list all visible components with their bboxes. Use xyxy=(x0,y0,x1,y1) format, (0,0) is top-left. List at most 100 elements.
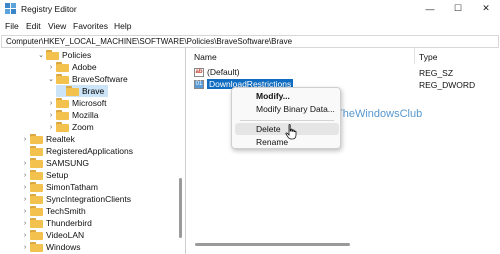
tree-item-policies[interactable]: ⌄ Policies xyxy=(36,49,91,61)
menu-file[interactable]: File xyxy=(5,21,19,31)
chevron-right-icon[interactable]: › xyxy=(46,100,56,107)
tree-item-mozilla[interactable]: › Mozilla xyxy=(46,109,98,121)
chevron-down-icon[interactable]: ⌄ xyxy=(36,51,46,59)
folder-icon xyxy=(56,122,69,132)
chevron-right-icon[interactable]: › xyxy=(20,220,30,227)
tree-item-label: Setup xyxy=(46,170,69,180)
folder-icon xyxy=(30,194,43,204)
tree-item-techSmith[interactable]: › TechSmith xyxy=(20,205,86,217)
menu-favorites[interactable]: Favorites xyxy=(73,21,108,31)
tree-item-label: SyncIntegrationClients xyxy=(46,194,132,204)
tree-item-label: VideoLAN xyxy=(46,230,85,240)
folder-icon xyxy=(30,182,43,192)
tree-item-realtek[interactable]: › Realtek xyxy=(20,133,75,145)
tree-item-zoom[interactable]: › Zoom xyxy=(46,121,94,133)
folder-open-icon xyxy=(66,86,79,96)
folder-icon xyxy=(30,158,43,168)
chevron-right-icon[interactable]: › xyxy=(20,208,30,215)
column-header-type[interactable]: Type xyxy=(419,52,437,62)
folder-icon xyxy=(30,242,43,252)
tree-item-adobe[interactable]: › Adobe xyxy=(46,61,97,73)
chevron-right-icon[interactable]: › xyxy=(20,196,30,203)
title-bar: Registry Editor — ☐ ✕ xyxy=(0,0,500,17)
folder-icon xyxy=(30,134,43,144)
chevron-right-icon[interactable]: › xyxy=(20,172,30,179)
address-path: Computer\HKEY_LOCAL_MACHINE\SOFTWARE\Pol… xyxy=(6,37,293,46)
tree-item-label: Policies xyxy=(62,50,92,60)
window-title: Registry Editor xyxy=(21,4,77,14)
tree-item-syncIntegrationClients[interactable]: › SyncIntegrationClients xyxy=(20,193,131,205)
tree-item-label: TechSmith xyxy=(46,206,86,216)
tree-item-label: Thunderbird xyxy=(46,218,92,228)
chevron-down-icon[interactable]: ⌄ xyxy=(46,75,56,83)
column-header-name[interactable]: Name xyxy=(194,52,217,62)
tree-item-setup[interactable]: › Setup xyxy=(20,169,68,181)
chevron-right-icon[interactable]: › xyxy=(20,160,30,167)
value-type: REG_DWORD xyxy=(419,80,476,90)
tree-item-windows[interactable]: › Windows xyxy=(20,241,80,253)
minimize-button[interactable]: — xyxy=(416,0,444,17)
chevron-right-icon[interactable]: › xyxy=(20,244,30,251)
menu-help[interactable]: Help xyxy=(114,21,131,31)
menu-item-modify[interactable]: Modify... xyxy=(235,90,339,102)
value-type: REG_SZ xyxy=(419,68,454,78)
chevron-right-icon[interactable]: › xyxy=(46,124,56,131)
chevron-right-icon[interactable]: › xyxy=(46,112,56,119)
folder-icon xyxy=(56,74,69,84)
column-separator[interactable] xyxy=(414,48,415,64)
tree-item-label: RegisteredApplications xyxy=(46,146,133,156)
tree-item-braveSoftware[interactable]: ⌄ BraveSoftware xyxy=(46,73,128,85)
value-row[interactable]: ab (Default) xyxy=(194,66,240,78)
scrollbar-thumb[interactable] xyxy=(179,178,182,238)
tree-item-label: Microsoft xyxy=(72,98,107,108)
hand-cursor-icon xyxy=(285,124,297,140)
tree-item-label: Brave xyxy=(82,86,105,96)
string-value-icon: ab xyxy=(194,67,204,77)
folder-icon xyxy=(30,146,43,156)
maximize-button[interactable]: ☐ xyxy=(444,0,472,17)
folder-icon xyxy=(30,170,43,180)
tree-item-label: Windows xyxy=(46,242,81,252)
tree-vertical-scrollbar[interactable] xyxy=(177,48,185,254)
tree-item-samsung[interactable]: › SAMSUNG xyxy=(20,157,89,169)
folder-icon xyxy=(56,110,69,120)
tree-item-label: SimonTatham xyxy=(46,182,98,192)
folder-icon xyxy=(30,230,43,240)
list-horizontal-scrollbar[interactable] xyxy=(192,241,498,248)
registry-editor-icon xyxy=(5,3,16,14)
menu-edit[interactable]: Edit xyxy=(26,21,41,31)
tree-item-thunderbird[interactable]: › Thunderbird xyxy=(20,217,92,229)
address-bar[interactable]: Computer\HKEY_LOCAL_MACHINE\SOFTWARE\Pol… xyxy=(1,35,499,48)
folder-icon xyxy=(56,98,69,108)
menu-item-modify-binary-data[interactable]: Modify Binary Data... xyxy=(235,103,339,115)
values-list-pane[interactable]: Name Type ab (Default) REG_SZ 01 Downloa… xyxy=(190,48,500,254)
scrollbar-thumb[interactable] xyxy=(195,243,350,246)
tree-item-label: SAMSUNG xyxy=(46,158,89,168)
folder-icon xyxy=(56,62,69,72)
chevron-right-icon[interactable]: › xyxy=(20,232,30,239)
key-tree-pane[interactable]: ⌄ Policies › Adobe ⌄ BraveSoftware Brave… xyxy=(0,48,186,254)
tree-item-label: Zoom xyxy=(72,122,94,132)
tree-item-registeredApplications[interactable]: RegisteredApplications xyxy=(20,145,133,157)
tree-item-label: Realtek xyxy=(46,134,75,144)
tree-item-microsoft[interactable]: › Microsoft xyxy=(46,97,106,109)
chevron-right-icon[interactable]: › xyxy=(46,64,56,71)
watermark-text: TheWindowsClub xyxy=(336,108,423,120)
folder-icon xyxy=(46,50,59,60)
value-name: (Default) xyxy=(207,67,240,77)
menu-view[interactable]: View xyxy=(48,21,66,31)
menu-separator xyxy=(240,120,334,121)
tree-item-simonTatham[interactable]: › SimonTatham xyxy=(20,181,98,193)
folder-icon xyxy=(30,206,43,216)
menu-bar: File Edit View Favorites Help xyxy=(0,19,500,33)
chevron-right-icon[interactable]: › xyxy=(20,184,30,191)
tree-item-label: BraveSoftware xyxy=(72,74,128,84)
close-button[interactable]: ✕ xyxy=(472,0,500,17)
tree-item-videoLAN[interactable]: › VideoLAN xyxy=(20,229,84,241)
binary-value-icon: 01 xyxy=(194,79,204,89)
tree-item-label: Adobe xyxy=(72,62,97,72)
folder-icon xyxy=(30,218,43,228)
tree-item-label: Mozilla xyxy=(72,110,99,120)
chevron-right-icon[interactable]: › xyxy=(20,136,30,143)
tree-item-brave[interactable]: Brave xyxy=(56,85,109,97)
